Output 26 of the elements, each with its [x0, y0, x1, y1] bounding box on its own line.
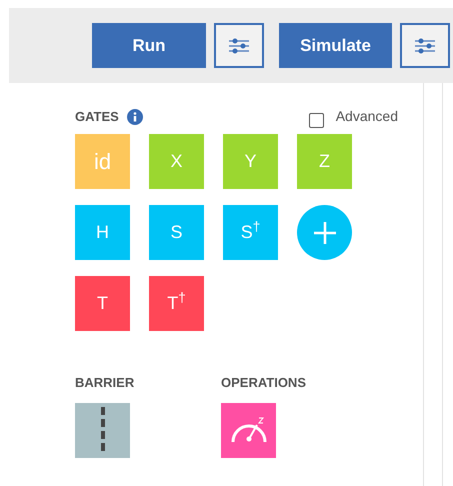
gate-tile[interactable]: T$^{†}$	[149, 276, 204, 331]
action-button[interactable]: Run	[92, 23, 206, 68]
section-title: GATES	[75, 108, 119, 126]
gate-tile[interactable]: H	[75, 205, 130, 260]
barrier-tile[interactable]	[75, 402, 130, 458]
gate-tile[interactable]: T	[75, 276, 130, 331]
info-icon	[126, 108, 143, 124]
section-title: BARRIER	[75, 374, 136, 392]
settings-button[interactable]	[400, 23, 450, 68]
section-title: OPERATIONS	[221, 374, 306, 392]
action-button[interactable]: Simulate	[279, 23, 392, 68]
dashed-line-icon	[100, 407, 104, 453]
gate-tile[interactable]: Z	[297, 134, 352, 189]
settings-icon	[228, 38, 250, 54]
plus-icon	[312, 220, 336, 244]
settings-icon	[414, 38, 436, 54]
gauge-icon	[228, 415, 268, 445]
gate-tile[interactable]: S	[149, 205, 204, 260]
settings-button[interactable]	[214, 23, 264, 68]
gate-tile[interactable]: Y	[223, 134, 278, 189]
checkbox-label: Advanced	[336, 107, 398, 126]
gate-tile[interactable]: X	[149, 134, 204, 189]
measure-tile[interactable]	[221, 402, 276, 458]
advanced-checkbox[interactable]	[308, 113, 324, 128]
gate-tile[interactable]: id	[75, 134, 130, 189]
gate-tile[interactable]: S$^{†}$	[223, 205, 278, 260]
